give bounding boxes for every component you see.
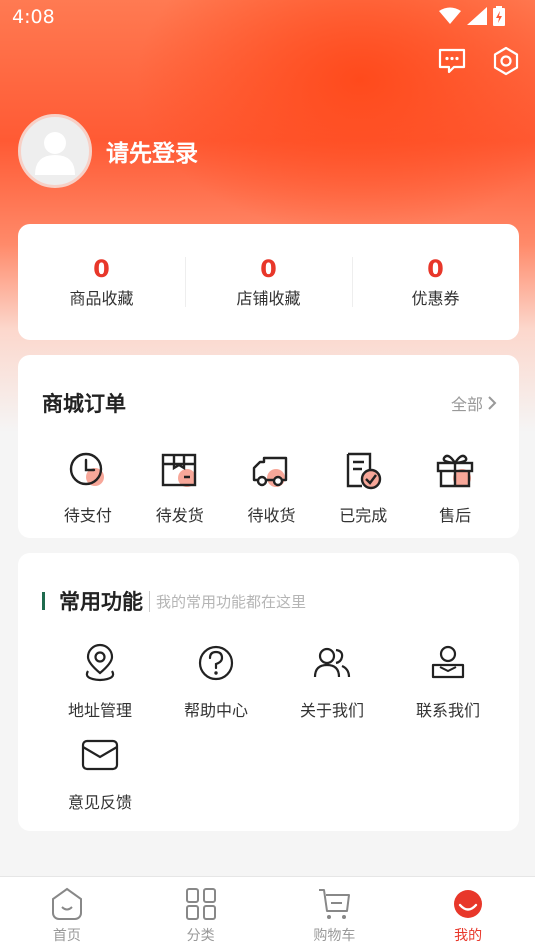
- signal-icon: [467, 7, 487, 25]
- message-icon[interactable]: [437, 46, 467, 76]
- function-label: 关于我们: [299, 701, 364, 720]
- order-label: 售后: [439, 506, 472, 525]
- order-pending-receipt[interactable]: 待收货: [226, 450, 318, 526]
- function-label: 联系我们: [415, 701, 480, 720]
- completed-icon: [347, 452, 382, 490]
- functions-subtitle: 我的常用功能都在这里: [149, 590, 306, 612]
- home-icon: [51, 887, 82, 920]
- status-bar: 4:08: [0, 0, 535, 36]
- functions-card: 常用功能 我的常用功能都在这里 地址管理 帮助中心 关于我们 联系我们 意见反馈: [18, 553, 519, 831]
- gift-icon: [436, 454, 474, 488]
- tab-label: 我的: [454, 928, 483, 944]
- truck-icon: [253, 456, 288, 487]
- tab-label: 购物车: [313, 928, 356, 944]
- location-icon: [85, 643, 115, 682]
- wifi-icon: [439, 7, 461, 24]
- orders-view-all[interactable]: 全部: [451, 391, 497, 415]
- user-avatar-icon: [35, 132, 75, 175]
- stat-label: 商品收藏: [69, 289, 134, 308]
- stat-value: 0: [93, 255, 110, 283]
- functions-grid: 地址管理 帮助中心 关于我们 联系我们 意见反馈: [42, 643, 507, 813]
- stat-favorite-stores[interactable]: 0 店铺收藏: [185, 255, 352, 309]
- stat-value: 0: [260, 255, 277, 283]
- function-label: 帮助中心: [183, 701, 248, 720]
- top-actions: [437, 46, 521, 76]
- stats-card: 0 商品收藏 0 店铺收藏 0 优惠券: [18, 224, 519, 340]
- profile-login[interactable]: 请先登录: [18, 114, 198, 188]
- orders-row: 待支付 待发货 待收货 已完成 售后: [42, 450, 501, 526]
- stat-value: 0: [427, 255, 444, 283]
- cart-icon: [319, 889, 351, 919]
- order-completed[interactable]: 已完成: [317, 450, 409, 526]
- chevron-right-icon: [488, 396, 497, 410]
- clock-icon: [69, 452, 104, 486]
- order-pending-shipment[interactable]: 待发货: [134, 450, 226, 526]
- help-icon: [198, 645, 234, 681]
- order-label: 待支付: [63, 506, 112, 525]
- stat-favorite-products[interactable]: 0 商品收藏: [18, 255, 185, 309]
- tab-profile[interactable]: 我的: [401, 877, 535, 951]
- accent-bar: [42, 592, 45, 610]
- function-about[interactable]: 关于我们: [274, 643, 390, 721]
- function-label: 地址管理: [67, 701, 132, 720]
- avatar[interactable]: [18, 114, 92, 188]
- function-address[interactable]: 地址管理: [42, 643, 158, 721]
- orders-card: 商城订单 全部 待支付 待发货 待收货 已完成 售后: [18, 355, 519, 538]
- bottom-tab-bar: 首页 分类 购物车 我的: [0, 876, 535, 951]
- mail-icon: [81, 739, 119, 771]
- package-icon: [161, 453, 196, 487]
- function-feedback[interactable]: 意见反馈: [42, 735, 158, 813]
- category-icon: [185, 888, 216, 920]
- status-icons: [439, 6, 505, 26]
- function-contact[interactable]: 联系我们: [390, 643, 506, 721]
- order-label: 待发货: [155, 506, 204, 525]
- order-after-sales[interactable]: 售后: [409, 450, 501, 526]
- tab-label: 分类: [186, 928, 215, 944]
- tab-cart[interactable]: 购物车: [268, 877, 402, 951]
- order-label: 已完成: [339, 506, 388, 525]
- profile-icon: [454, 890, 483, 918]
- stat-label: 店铺收藏: [236, 289, 301, 308]
- login-prompt[interactable]: 请先登录: [106, 134, 198, 168]
- function-label: 意见反馈: [67, 793, 132, 812]
- tab-category[interactable]: 分类: [134, 877, 268, 951]
- order-pending-payment[interactable]: 待支付: [42, 450, 134, 526]
- contact-icon: [431, 645, 465, 679]
- tab-label: 首页: [52, 928, 81, 944]
- order-label: 待收货: [247, 506, 296, 525]
- stat-coupons[interactable]: 0 优惠券: [352, 255, 519, 309]
- function-help[interactable]: 帮助中心: [158, 643, 274, 721]
- battery-icon: [493, 6, 505, 26]
- functions-title: 常用功能: [59, 590, 143, 614]
- status-time: 4:08: [12, 6, 55, 28]
- tab-home[interactable]: 首页: [0, 877, 134, 951]
- functions-header: 常用功能 我的常用功能都在这里: [42, 586, 306, 616]
- orders-all-label: 全部: [450, 395, 483, 414]
- users-icon: [313, 647, 351, 678]
- stat-label: 优惠券: [411, 289, 460, 308]
- orders-title: 商城订单: [42, 392, 126, 416]
- settings-icon[interactable]: [491, 46, 521, 76]
